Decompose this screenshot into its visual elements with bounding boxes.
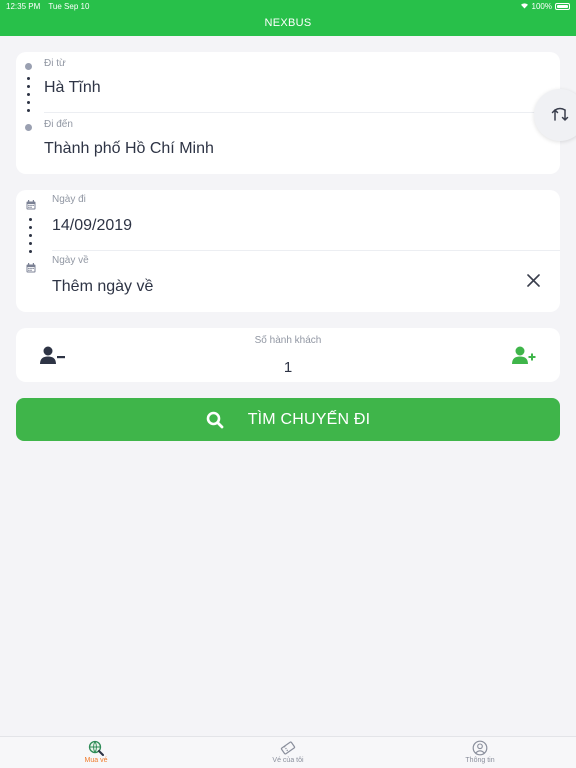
date-divider — [52, 250, 560, 251]
wifi-icon — [520, 2, 529, 11]
origin-label: Đi từ — [44, 58, 66, 69]
add-passenger-icon[interactable] — [512, 346, 536, 364]
status-bar-right: 100% — [520, 2, 570, 11]
tab-my-tickets-label: Vé của tôi — [272, 757, 304, 764]
globe-search-icon — [88, 740, 104, 756]
route-divider — [44, 112, 560, 113]
tab-info[interactable]: Thông tin — [440, 740, 520, 764]
origin-value[interactable]: Hà Tĩnh — [44, 79, 101, 97]
depart-date-label: Ngày đi — [52, 194, 86, 205]
passenger-label: Số hành khách — [254, 335, 322, 346]
destination-label: Đi đến — [44, 119, 73, 130]
route-dots-icon — [27, 77, 30, 117]
destination-dot-icon — [25, 124, 32, 131]
user-info-icon — [472, 740, 488, 756]
search-icon — [206, 411, 224, 428]
origin-dot-icon — [25, 63, 32, 70]
tab-buy-ticket[interactable]: Mua vé — [56, 740, 136, 764]
clear-return-date-icon[interactable] — [527, 274, 540, 287]
tab-info-label: Thông tin — [465, 757, 495, 764]
passenger-count: 1 — [283, 359, 293, 376]
depart-date-value[interactable]: 14/09/2019 — [52, 217, 132, 235]
swap-icon — [551, 107, 569, 121]
status-time: 12:35 PM — [6, 2, 41, 11]
return-date-value[interactable]: Thêm ngày về — [52, 278, 153, 296]
status-bar-left: 12:35 PM Tue Sep 10 — [6, 2, 95, 11]
route-card: Đi từ Hà Tĩnh Đi đến Thành phố Hồ Chí Mi… — [16, 52, 560, 174]
ticket-icon — [280, 741, 296, 755]
return-date-label: Ngày về — [52, 255, 89, 266]
destination-value[interactable]: Thành phố Hồ Chí Minh — [44, 140, 214, 158]
app-header: 12:35 PM Tue Sep 10 100% NEXBUS — [0, 0, 576, 36]
tab-buy-ticket-label: Mua vé — [84, 757, 108, 764]
tab-my-tickets[interactable]: Vé của tôi — [248, 740, 328, 764]
search-trips-button[interactable]: TÌM CHUYẾN ĐI — [16, 398, 560, 441]
battery-icon — [555, 3, 570, 10]
tab-bar: Mua vé Vé của tôi Thông tin — [0, 736, 576, 768]
dates-card: Ngày đi 14/09/2019 Ngày về Thêm ngày về — [16, 190, 560, 312]
battery-percent: 100% — [531, 2, 552, 11]
page-title: NEXBUS — [264, 17, 312, 29]
date-dots-icon — [29, 218, 32, 258]
search-button-label: TÌM CHUYẾN ĐI — [247, 410, 371, 428]
passenger-card: Số hành khách 1 — [16, 328, 560, 382]
calendar-return-icon — [26, 263, 36, 273]
status-date: Tue Sep 10 — [48, 2, 90, 11]
calendar-icon — [26, 200, 36, 210]
